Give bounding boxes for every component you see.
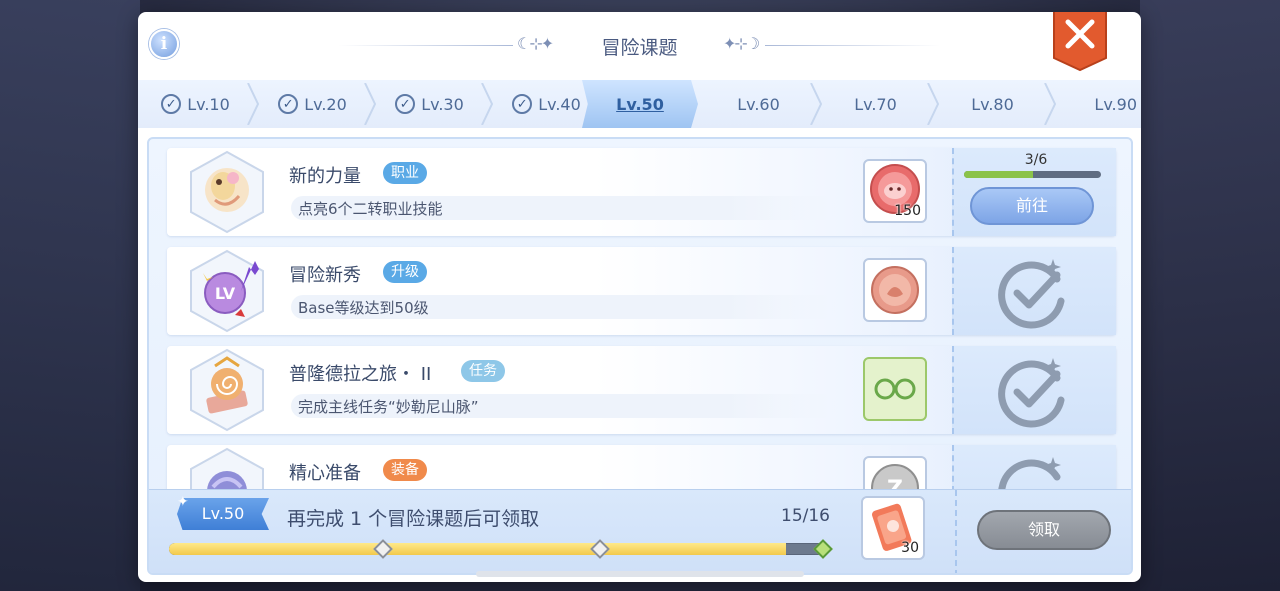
medal-icon — [871, 266, 919, 314]
background-left — [0, 0, 140, 591]
tab-label: Lv.30 — [421, 94, 464, 114]
quest-description: 点亮6个二转职业技能 — [298, 200, 443, 218]
quest-title: 普隆德拉之旅・ II — [289, 364, 432, 385]
level-tabs: ✓ Lv.10 ✓ Lv.20 ✓ Lv.30 ✓ Lv.40 Lv.50 Lv… — [138, 80, 1141, 128]
level-ribbon: Lv.50 — [177, 498, 269, 530]
tab-lv50[interactable]: Lv.50 — [582, 80, 698, 128]
claim-area: 领取 — [955, 490, 1131, 573]
check-circle-icon: ✓ — [512, 94, 533, 114]
sparkle-icon: ✦ — [177, 494, 189, 510]
check-circle-icon: ✓ — [161, 94, 182, 114]
tab-lv80[interactable]: Lv.80 — [935, 83, 1056, 125]
claim-button[interactable]: 领取 — [977, 510, 1111, 550]
tab-lv30[interactable]: ✓ Lv.30 — [372, 83, 493, 125]
quest-description: 完成主线任务“妙勒尼山脉” — [298, 398, 479, 416]
level-reward-slot[interactable]: 30 — [861, 496, 925, 560]
quest-tag-badge: 装备 — [383, 459, 427, 481]
check-circle-icon: ✓ — [278, 94, 299, 114]
tab-label: Lv.60 — [737, 94, 780, 114]
tab-lv90[interactable]: Lv.90 — [1051, 83, 1141, 125]
quest-title: 新的力量 — [289, 166, 361, 187]
level-progress-track — [169, 543, 825, 555]
journey-book-icon — [190, 348, 264, 432]
tab-label: Lv.80 — [971, 94, 1014, 114]
reward-count: 150 — [894, 203, 921, 219]
completed-check-icon — [998, 259, 1065, 329]
quest-tag-badge: 职业 — [383, 162, 427, 184]
quest-progress-fill — [964, 171, 1033, 178]
reward-slot[interactable]: 150 — [863, 159, 927, 223]
list-item: 普隆德拉之旅・ II 任务 完成主线任务“妙勒尼山脉” — [167, 346, 1116, 434]
scrollbar[interactable] — [476, 571, 804, 577]
quest-list[interactable]: 新的力量 职业 点亮6个二转职业技能 150 3/6 前往 LV 冒险新秀 升级… — [147, 137, 1133, 575]
close-icon[interactable] — [1052, 12, 1108, 72]
spirit-quest-icon — [190, 150, 264, 234]
tab-label: Lv.10 — [187, 94, 230, 114]
check-circle-icon: ✓ — [395, 94, 416, 114]
tab-label: Lv.50 — [616, 94, 664, 114]
quest-tag-badge: 任务 — [461, 360, 505, 382]
completion-count: 15/16 — [781, 506, 830, 526]
title-bar: ☾⊹✦ 冒险课题 ✦⊹☽ — [138, 28, 1141, 62]
list-item: 新的力量 职业 点亮6个二转职业技能 150 3/6 前往 — [167, 148, 1116, 236]
tab-lv70[interactable]: Lv.70 — [818, 83, 939, 125]
adventure-tasks-panel: i ☾⊹✦ 冒险课题 ✦⊹☽ ✓ Lv.10 ✓ Lv.20 ✓ Lv.30 ✓ — [138, 12, 1141, 582]
level-up-icon: LV — [190, 249, 264, 333]
reward-requirement-text: 再完成 1 个冒险课题后可领取 — [287, 508, 540, 530]
background-right — [1140, 0, 1280, 591]
quest-description: Base等级达到50级 — [298, 299, 429, 317]
tab-label: Lv.20 — [304, 94, 347, 114]
svg-text:LV: LV — [215, 284, 236, 303]
tab-lv60[interactable]: Lv.60 — [701, 83, 822, 125]
page-title: 冒险课题 — [601, 37, 678, 59]
reward-slot[interactable] — [863, 258, 927, 322]
list-item: LV 冒险新秀 升级 Base等级达到50级 — [167, 247, 1116, 335]
progress-text: 3/6 — [1024, 152, 1048, 168]
glasses-icon — [874, 378, 916, 400]
title-divider-right — [765, 45, 940, 46]
level-progress-fill — [169, 543, 786, 555]
quest-progress-bar — [964, 171, 1101, 178]
completed-check-icon — [998, 358, 1065, 428]
reward-slot[interactable] — [863, 357, 927, 421]
go-button[interactable]: 前往 — [970, 187, 1094, 225]
quest-tag-badge: 升级 — [383, 261, 427, 283]
level-reward-bar: Lv.50 ✦ 再完成 1 个冒险课题后可领取 15/16 30 领取 — [149, 489, 1131, 573]
reward-count: 30 — [901, 540, 919, 556]
quest-title: 精心准备 — [289, 463, 361, 484]
tab-lv10[interactable]: ✓ Lv.10 — [138, 83, 259, 125]
tab-label: Lv.90 — [1094, 94, 1137, 114]
tab-lv20[interactable]: ✓ Lv.20 — [255, 83, 376, 125]
tab-label: Lv.40 — [538, 94, 581, 114]
quest-title: 冒险新秀 — [289, 265, 361, 286]
tab-label: Lv.70 — [854, 94, 897, 114]
moon-ornament-right-icon: ✦⊹☽ — [723, 34, 760, 53]
